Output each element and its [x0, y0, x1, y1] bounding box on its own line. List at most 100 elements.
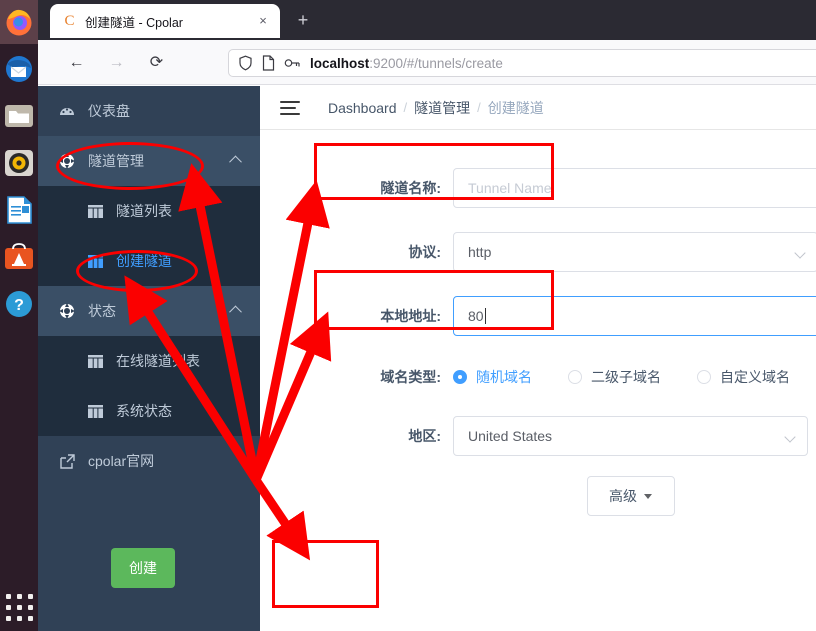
radio-random-domain[interactable]: 随机域名	[453, 367, 532, 387]
node-icon	[58, 153, 76, 169]
radio-label: 自定义域名	[720, 369, 790, 385]
rhythmbox-icon[interactable]	[4, 148, 34, 178]
advanced-label: 高级	[609, 488, 637, 504]
page-viewport: 仪表盘 隧道管理 隧道列表 创建隧道 状态 在线隧道列表 系统状态 cpolar…	[38, 86, 816, 631]
form-row-local-address: 本地地址: 80	[260, 284, 816, 348]
radio-label: 二级子域名	[591, 369, 661, 385]
radio-dot-icon	[697, 370, 711, 384]
breadcrumb-separator: /	[477, 100, 481, 115]
local-address-value: 80	[468, 308, 484, 324]
tunnel-name-input[interactable]: Tunnel Name	[453, 168, 816, 208]
region-label: 地区:	[408, 428, 441, 444]
radio-custom-domain[interactable]: 自定义域名	[697, 367, 790, 387]
url-host: localhost	[310, 55, 370, 71]
radio-subdomain[interactable]: 二级子域名	[568, 367, 661, 387]
screen: ? C 创建隧道 - Cpolar × + ← → ⟳ localhost:92…	[0, 0, 816, 631]
protocol-label: 协议:	[408, 244, 441, 260]
url-path: :9200/#/tunnels/create	[369, 55, 503, 71]
grid-icon	[86, 204, 104, 219]
libreoffice-impress-icon[interactable]	[4, 195, 34, 225]
back-icon[interactable]: ←	[65, 51, 88, 74]
show-applications-icon[interactable]	[6, 594, 33, 621]
browser-toolbar: ← → ⟳ localhost:9200/#/tunnels/create	[38, 40, 816, 85]
breadcrumb-separator: /	[403, 100, 408, 115]
chevron-up-icon	[229, 305, 242, 319]
create-button[interactable]: 创建	[111, 548, 175, 588]
page-info-icon	[262, 55, 275, 71]
grid-icon	[86, 254, 104, 269]
breadcrumb-bar: Dashboard / 隧道管理 / 创建隧道	[260, 86, 816, 130]
sidebar-item-tunnel-management[interactable]: 隧道管理	[38, 136, 260, 186]
browser-tab[interactable]: C 创建隧道 - Cpolar ×	[50, 4, 280, 38]
sidebar-item-create-tunnel[interactable]: 创建隧道	[38, 236, 260, 286]
breadcrumb-current: 创建隧道	[487, 99, 544, 116]
ubuntu-software-icon[interactable]	[4, 242, 34, 272]
cpolar-favicon: C	[64, 12, 75, 29]
radio-dot-icon	[453, 370, 467, 384]
sidebar-item-label: 系统状态	[116, 403, 172, 419]
create-tunnel-form: 隧道名称: Tunnel Name 协议: http 本地地址: 80 域名类型…	[260, 130, 816, 526]
domain-type-label: 域名类型:	[380, 369, 441, 385]
browser-window: C 创建隧道 - Cpolar × + ← → ⟳ localhost:9200…	[38, 0, 816, 631]
form-row-protocol: 协议: http	[260, 220, 816, 284]
dashboard-icon	[58, 103, 76, 119]
breadcrumb-root[interactable]: Dashboard	[328, 100, 397, 116]
close-icon[interactable]: ×	[254, 12, 272, 30]
external-link-icon	[58, 453, 76, 469]
sidebar-item-tunnel-list[interactable]: 隧道列表	[38, 186, 260, 236]
sidebar-item-label: 状态	[88, 303, 116, 319]
node-icon	[58, 303, 76, 319]
sidebar-submenu-tunnel: 隧道列表 创建隧道	[38, 186, 260, 286]
sidebar-item-status[interactable]: 状态	[38, 286, 260, 336]
key-icon	[284, 56, 301, 70]
svg-text:?: ?	[14, 297, 24, 314]
chevron-down-icon	[794, 247, 806, 259]
sidebar-item-cpolar-website[interactable]: cpolar官网	[38, 436, 260, 486]
text-cursor	[484, 308, 486, 324]
firefox-icon[interactable]	[4, 7, 34, 37]
help-icon[interactable]: ?	[4, 289, 34, 319]
protocol-select[interactable]: http	[453, 232, 816, 272]
main-content: Dashboard / 隧道管理 / 创建隧道 隧道名称: Tunnel Nam…	[260, 86, 816, 631]
region-select[interactable]: United States	[453, 416, 808, 456]
sidebar-item-system-status[interactable]: 系统状态	[38, 386, 260, 436]
caret-down-icon	[644, 493, 652, 499]
domain-type-radio-group: 随机域名 二级子域名 自定义域名	[453, 367, 816, 387]
sidebar-item-online-tunnel-list[interactable]: 在线隧道列表	[38, 336, 260, 386]
new-tab-icon[interactable]: +	[292, 10, 314, 32]
chevron-down-icon	[784, 431, 796, 443]
tunnel-name-label: 隧道名称:	[380, 180, 441, 196]
reload-icon[interactable]: ⟳	[145, 51, 168, 74]
form-row-region: 地区: United States	[260, 406, 816, 466]
grid-icon	[86, 354, 104, 369]
form-row-advanced: 高级	[260, 466, 816, 526]
local-address-input[interactable]: 80	[453, 296, 816, 336]
local-address-label: 本地地址:	[380, 308, 441, 324]
tab-title: 创建隧道 - Cpolar	[85, 15, 183, 30]
shield-icon	[238, 55, 253, 71]
forward-icon: →	[108, 54, 125, 71]
grid-icon	[86, 404, 104, 419]
sidebar-item-label: 在线隧道列表	[116, 353, 200, 369]
sidebar-item-label: 创建隧道	[116, 253, 172, 269]
files-icon[interactable]	[4, 101, 34, 131]
url-text: localhost:9200/#/tunnels/create	[310, 56, 503, 71]
sidebar-item-label: cpolar官网	[88, 453, 155, 469]
sidebar-item-label: 隧道列表	[116, 203, 172, 219]
region-value: United States	[468, 428, 553, 444]
sidebar-submenu-status: 在线隧道列表 系统状态	[38, 336, 260, 436]
radio-label: 随机域名	[476, 369, 532, 385]
thunderbird-icon[interactable]	[4, 54, 34, 84]
advanced-button[interactable]: 高级	[586, 476, 675, 516]
chevron-up-icon	[229, 155, 242, 169]
form-row-domain-type: 域名类型: 随机域名 二级子域名 自定义域名	[260, 348, 816, 406]
menu-collapse-icon[interactable]	[280, 100, 300, 115]
radio-dot-icon	[568, 370, 582, 384]
ubuntu-dock: ?	[0, 0, 38, 631]
tab-strip: C 创建隧道 - Cpolar × +	[38, 0, 816, 40]
sidebar-item-dashboard[interactable]: 仪表盘	[38, 86, 260, 136]
protocol-value: http	[468, 244, 492, 260]
address-bar[interactable]: localhost:9200/#/tunnels/create	[228, 49, 816, 77]
breadcrumb-middle[interactable]: 隧道管理	[414, 98, 470, 118]
sidebar-item-label: 隧道管理	[88, 153, 144, 169]
